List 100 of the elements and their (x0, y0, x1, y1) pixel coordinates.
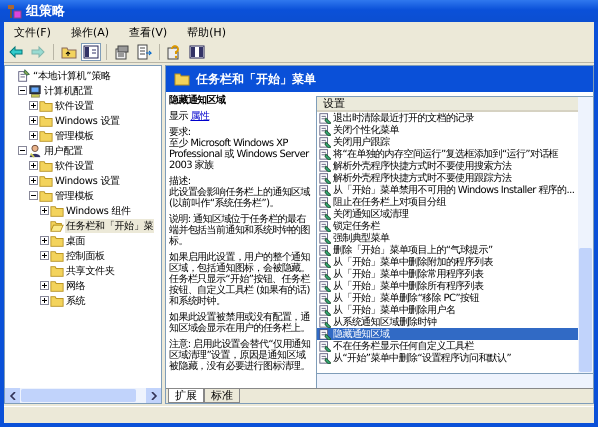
folder-icon (50, 204, 64, 218)
folder-icon (50, 248, 64, 262)
tree-item[interactable]: 管理模板 (54, 128, 95, 142)
policy-setting-icon (319, 136, 331, 148)
menu-item[interactable]: 文件(F) (6, 24, 59, 40)
policy-setting-icon (319, 352, 331, 364)
computer-icon (28, 84, 42, 98)
menu-item[interactable]: 查看(V) (121, 24, 176, 40)
horizontal-scrollbar[interactable] (316, 374, 593, 388)
setting-row[interactable]: 退出时清除最近打开的文档的记录 (317, 112, 578, 124)
caret-left-icon (10, 392, 16, 400)
description-paragraph: 说明: 通知区域位于任务栏的最右端并包括当前通知和系统时钟的图标。 (169, 214, 312, 247)
tree-item[interactable]: 任务栏和「开始」菜 (65, 218, 154, 232)
description-paragraph: 如果此设置被禁用或没有配置，通知区域会显示在用户的任务栏上。 (169, 312, 312, 334)
forward-arrow-icon (30, 44, 46, 60)
folder-icon (50, 294, 64, 308)
setting-row[interactable]: 解析外壳程序快捷方式时不要使用跟踪方法 (317, 172, 578, 184)
policy-setting-icon (319, 196, 331, 208)
description-paragraph: 如果启用此设置，用户的整个通知区域，包括通知图标，会被隐藏。任务栏只显示“开始”按钮、任务栏按钮、自定义工具栏 (如果有的话)和系统时钟。 (169, 252, 312, 307)
scroll-thumb[interactable] (21, 389, 136, 402)
setting-row[interactable]: 从「开始」菜单中删除常用程序列表 (317, 268, 578, 280)
tree-item[interactable]: 网络 (65, 278, 86, 292)
tree-item[interactable]: Windows 设置 (54, 174, 121, 188)
setting-row[interactable]: 关闭个性化菜单 (317, 124, 578, 136)
policy-setting-icon (319, 340, 331, 352)
tree-item[interactable]: 计算机配置 (43, 84, 94, 98)
menu-item[interactable]: 帮助(H) (179, 24, 234, 40)
app-icon (6, 3, 22, 19)
folder-icon (39, 188, 53, 202)
tree-item[interactable]: “本地计算机”策略 (32, 68, 112, 82)
tree-item[interactable]: Windows 设置 (54, 114, 121, 128)
setting-row[interactable]: 从“开始”菜单中删除“设置程序访问和默认” (317, 352, 578, 364)
folder-icon (174, 71, 190, 87)
setting-row[interactable]: 从「开始」菜单禁用不可用的 Windows Installer 程序的... (317, 184, 578, 196)
vertical-scrollbar[interactable] (578, 97, 593, 373)
policy-setting-icon (319, 256, 331, 268)
policy-setting-icon (319, 280, 331, 292)
scroll-left-button[interactable] (5, 388, 20, 403)
properties-link[interactable]: 属性 (190, 111, 210, 122)
policy-title: 隐藏通知区域 (169, 95, 227, 106)
policy-setting-icon (319, 232, 331, 244)
folder-icon (39, 158, 53, 172)
setting-row[interactable]: 解析外壳程序快捷方式时不要使用搜索方法 (317, 160, 578, 172)
description-paragraph: 要求: 至少 Microsoft Windows XP Professional 或 Windows Server 2003 家族 (169, 127, 310, 171)
policy-icon (17, 68, 31, 82)
policy-setting-icon (319, 124, 331, 136)
setting-row[interactable]: 关闭通知区域清理 (317, 208, 578, 220)
properties-icon (114, 44, 130, 60)
menu-item[interactable]: 操作(A) (62, 24, 118, 40)
section-title: 任务栏和「开始」菜单 (196, 70, 316, 88)
folder-icon (50, 278, 64, 292)
show-label: 显示 (169, 111, 188, 122)
folder-icon (39, 114, 53, 128)
setting-row[interactable]: 关闭用户跟踪 (317, 136, 578, 148)
setting-row[interactable]: 强制典型菜单 (317, 232, 578, 244)
open-folder-icon (50, 218, 64, 232)
tree-item[interactable]: 用户配置 (43, 144, 84, 158)
setting-row[interactable]: 从「开始」菜单删除“移除 PC”按钮 (317, 292, 578, 304)
setting-row[interactable]: 将“在单独的内存空间运行”复选框添加到“运行”对话框 (317, 148, 578, 160)
setting-row[interactable]: 从「开始」菜单中删除所有程序列表 (317, 280, 578, 292)
policy-setting-icon (319, 316, 331, 328)
scroll-right-button[interactable] (146, 388, 161, 403)
tree-item[interactable]: 管理模板 (54, 188, 95, 202)
tree-item[interactable]: 控制面板 (65, 248, 106, 262)
tree-item[interactable]: 软件设置 (54, 98, 95, 112)
tree-item[interactable]: 软件设置 (54, 158, 95, 172)
folder-icon (50, 234, 64, 248)
policy-setting-icon (319, 244, 331, 256)
tree-item[interactable]: 桌面 (65, 234, 86, 248)
setting-row[interactable]: 从「开始」菜单中删除附加的程序列表 (317, 256, 578, 268)
policy-setting-icon (319, 292, 331, 304)
setting-row[interactable]: 从「开始」菜单中删除用户名 (317, 304, 578, 316)
setting-row[interactable]: 删除「开始」菜单项目上的“气球提示” (317, 244, 578, 256)
tab[interactable]: 标准 (204, 389, 240, 403)
setting-row[interactable]: 锁定任务栏 (317, 220, 578, 232)
panes-icon (189, 44, 205, 60)
tab[interactable]: 扩展 (168, 389, 204, 403)
tree-item[interactable]: 共享文件夹 (65, 264, 116, 278)
list-export-icon (136, 44, 152, 60)
policy-setting-icon (319, 220, 331, 232)
setting-row[interactable]: 隐藏通知区域 (317, 328, 578, 340)
policy-setting-icon (319, 184, 331, 196)
description-paragraph: 注意: 启用此设置会替代“仅用通知区域清理”设置，原因是通知区域被隐藏，没有必要进行图标清理。 (169, 339, 312, 372)
toolbar-button[interactable] (81, 43, 101, 61)
toolbar-button[interactable] (187, 43, 207, 61)
folder-icon (50, 264, 64, 278)
folder-icon (39, 98, 53, 112)
window-title: 组策略 (26, 3, 65, 20)
caret-right-icon (150, 392, 156, 400)
policy-setting-icon (319, 208, 331, 220)
folder-icon (39, 174, 53, 188)
setting-row[interactable]: 不在任务栏显示任何自定义工具栏 (317, 340, 578, 352)
horizontal-scrollbar[interactable] (5, 388, 161, 403)
tree-pane-icon (83, 44, 99, 60)
setting-row[interactable]: 从系统通知区域删除时钟 (317, 316, 578, 328)
tree-item[interactable]: 系统 (65, 294, 86, 308)
setting-row[interactable]: 阻止在任务栏上对项目分组 (317, 196, 578, 208)
folder-icon (39, 128, 53, 142)
column-header[interactable]: 设置 (317, 97, 578, 112)
tree-item[interactable]: Windows 组件 (65, 204, 132, 218)
